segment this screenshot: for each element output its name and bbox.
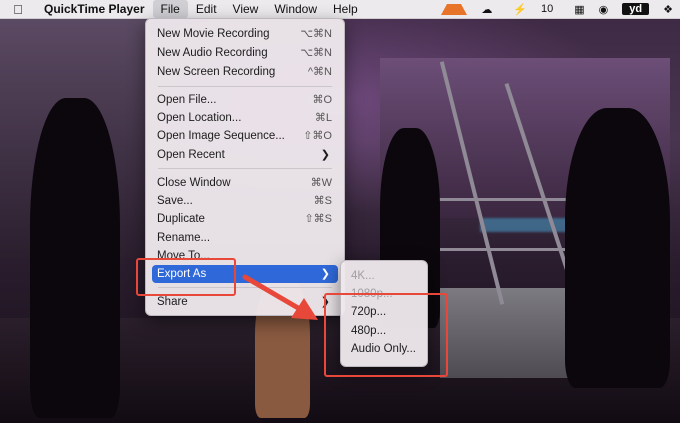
person-silhouette: [565, 108, 670, 388]
menu-item-open-recent[interactable]: Open Recent ❯: [152, 146, 338, 164]
menu-item-open-file[interactable]: Open File... ⌘O: [152, 91, 338, 109]
status-area: ☁ ⚡ 10 ▦ ◉ yd ❖: [434, 0, 680, 18]
menu-bar:  QuickTime Player File Edit View Window…: [0, 0, 680, 19]
dropbox-icon[interactable]: ❖: [656, 3, 680, 16]
menu-separator: [158, 168, 332, 169]
cloud-icon[interactable]: ☁: [474, 3, 499, 16]
person-silhouette: [30, 98, 120, 418]
vlc-cone-icon[interactable]: [434, 3, 474, 15]
highlight-box-export-options: [324, 293, 448, 377]
highlight-box-export-as: [136, 258, 236, 296]
menu-window[interactable]: Window: [266, 0, 325, 18]
menu-item-open-location[interactable]: Open Location... ⌘L: [152, 109, 338, 127]
menu-file[interactable]: File: [152, 0, 188, 18]
toggle-icon[interactable]: ◉: [592, 3, 616, 16]
menu-edit[interactable]: Edit: [188, 0, 225, 18]
menu-view[interactable]: View: [225, 0, 267, 18]
menu-item-new-audio-recording[interactable]: New Audio Recording ⌥⌘N: [152, 44, 338, 62]
menu-help[interactable]: Help: [325, 0, 366, 18]
battery-level: 10: [541, 3, 554, 15]
menu-item-close-window[interactable]: Close Window ⌘W: [152, 174, 338, 192]
menu-item-rename[interactable]: Rename...: [152, 229, 338, 247]
menu-separator: [158, 86, 332, 87]
display-icon[interactable]: ▦: [567, 3, 591, 16]
battery-status[interactable]: ⚡ 10: [499, 3, 567, 16]
app-menu[interactable]: QuickTime Player: [36, 2, 153, 16]
apple-icon[interactable]: : [0, 2, 36, 17]
menu-item-new-screen-recording[interactable]: New Screen Recording ^⌘N: [152, 63, 338, 81]
youdao-icon[interactable]: yd: [615, 3, 656, 15]
chevron-right-icon: ❯: [320, 268, 330, 280]
menu-item-open-image-sequence[interactable]: Open Image Sequence... ⇧⌘O: [152, 127, 338, 145]
export-4k[interactable]: 4K...: [351, 267, 375, 285]
chevron-right-icon: ❯: [320, 149, 330, 161]
menu-item-save[interactable]: Save... ⌘S: [152, 192, 338, 210]
lightning-icon: ⚡: [513, 3, 528, 16]
menu-item-duplicate[interactable]: Duplicate ⇧⌘S: [152, 210, 338, 228]
menu-item-new-movie-recording[interactable]: New Movie Recording ⌥⌘N: [152, 25, 338, 43]
